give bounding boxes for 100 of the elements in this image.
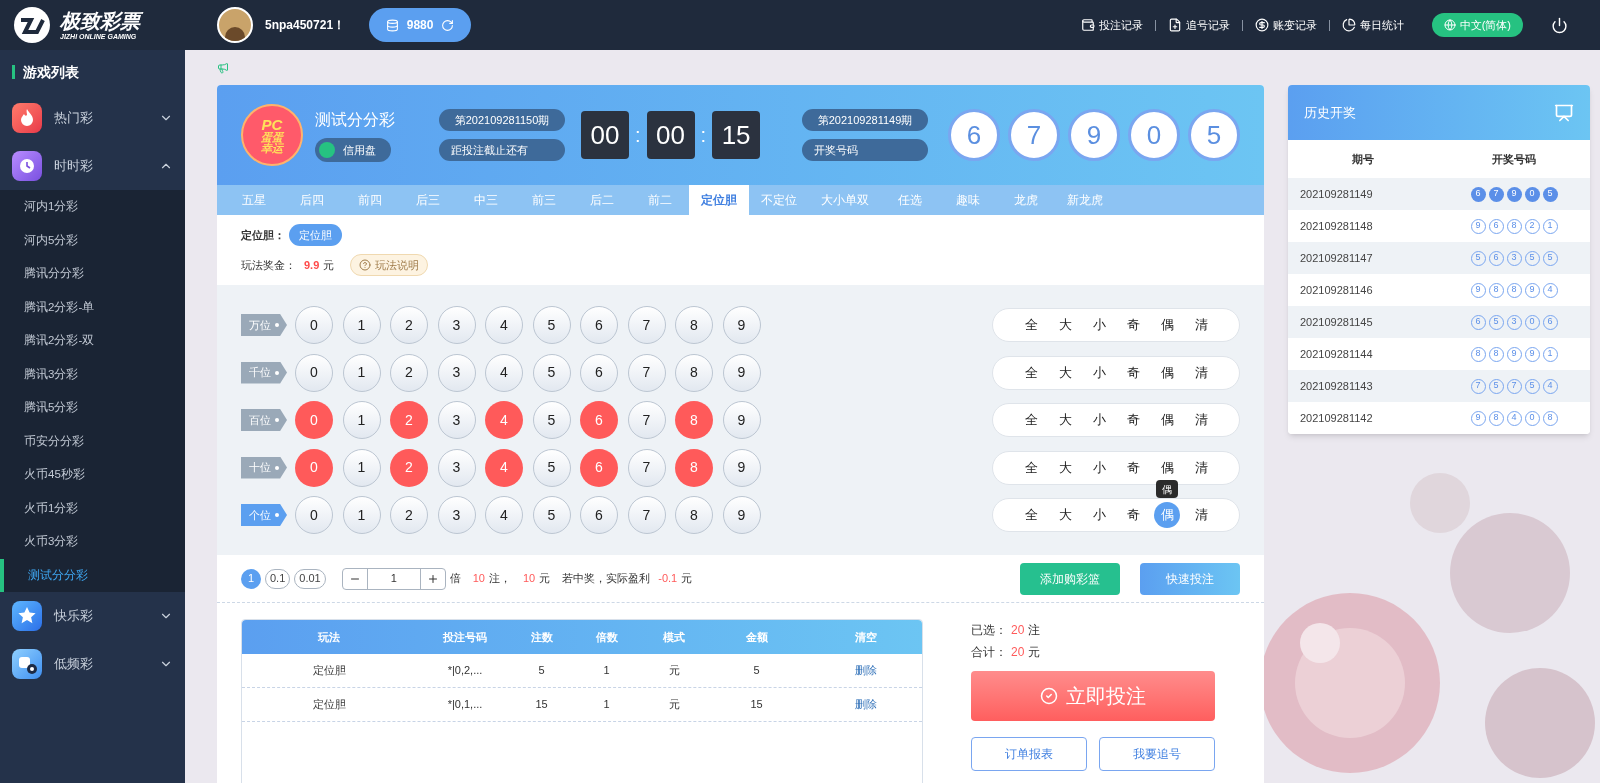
megaphone-icon [217, 61, 229, 74]
issue-cell-text: 202109281143 [1299, 378, 1374, 394]
quick-option[interactable]: 小 [1086, 454, 1112, 481]
quick-option[interactable]: 大 [1052, 407, 1078, 433]
prize-amount: 9.9 [304, 257, 320, 273]
quick-option[interactable]: 偶 [1154, 359, 1180, 386]
issue-cell-text: 202109281148 [1299, 218, 1374, 234]
quick-option[interactable]: 大 [1052, 454, 1078, 481]
quick-option[interactable]: 全 [1018, 359, 1044, 386]
column-header: 清空 [853, 629, 878, 645]
position-tag: 十位 [241, 456, 287, 479]
multiplier-input[interactable]: 1 [366, 568, 421, 589]
profit-value: -0.1 [658, 571, 678, 587]
pie-chart-icon [1341, 18, 1356, 32]
quick-option[interactable]: 小 [1086, 359, 1112, 386]
sidebar-item[interactable]: 火币1分彩 [0, 491, 185, 525]
selected-unit: 注 [1028, 622, 1041, 639]
sidebar-item[interactable]: 河内5分彩 [0, 223, 185, 257]
countdown-digit: 00 [646, 111, 695, 159]
current-issue: 第202109281150期 [439, 109, 565, 131]
table-cell-text: 15 [749, 697, 764, 713]
coins-icon [385, 18, 399, 32]
quick-option[interactable]: 奇 [1120, 454, 1146, 481]
quick-option[interactable]: 偶 [1154, 312, 1180, 338]
quick-option[interactable]: 大 [1052, 359, 1078, 386]
issue-cell-text: 202109281145 [1299, 314, 1374, 330]
table-cell-text: 1 [602, 663, 611, 679]
top-link[interactable]: 每日统计 [1341, 16, 1404, 34]
power-icon[interactable] [1551, 16, 1568, 34]
game-logo: PC 蛋蛋 幸运 [241, 104, 303, 166]
sidebar-item[interactable]: 腾讯5分彩 [0, 391, 185, 425]
prize-unit: 元 [323, 257, 335, 273]
avatar[interactable] [217, 7, 253, 43]
table-cell-text: 元 [667, 663, 681, 679]
sidebar-item[interactable]: 河内1分彩 [0, 190, 185, 224]
quick-option[interactable]: 奇 [1120, 502, 1146, 528]
table-cell-text: 元 [667, 697, 681, 713]
quick-option[interactable]: 全 [1018, 502, 1044, 528]
sidebar-item[interactable]: 火币45秒彩 [0, 458, 185, 492]
wallet-icon [1080, 18, 1095, 32]
multiplier-label: 倍 [449, 571, 461, 587]
top-link[interactable]: 投注记录 [1080, 16, 1143, 34]
sidebar-item[interactable]: 腾讯3分彩 [0, 357, 185, 391]
quick-option[interactable]: 偶 [1154, 454, 1180, 481]
sidebar-item[interactable]: 火币3分彩 [0, 525, 185, 559]
sub-play-label: 定位胆： [241, 227, 285, 243]
clock-icon [12, 151, 42, 181]
sidebar-item[interactable]: 腾讯2分彩-单 [0, 290, 185, 324]
table-cell-text: *|0,1,... [446, 697, 484, 713]
game-name: 测试分分彩 [315, 110, 396, 130]
quick-option[interactable]: 奇 [1120, 312, 1146, 338]
column-header: 倍数 [594, 629, 619, 645]
quick-option[interactable]: 清 [1188, 312, 1214, 338]
issue-cell-text: 202109281149 [1299, 186, 1374, 202]
quick-option[interactable]: 奇 [1120, 359, 1146, 386]
sidebar-group[interactable]: 时时彩 [0, 142, 185, 190]
rules-button[interactable]: 玩法说明 [350, 254, 429, 276]
position-tag: 万位 [241, 314, 287, 336]
position-tag: 百位 [241, 409, 287, 431]
quick-option[interactable]: 全 [1018, 407, 1044, 433]
sidebar-item[interactable]: 腾讯2分彩-双 [0, 324, 185, 358]
quick-option[interactable]: 全 [1018, 454, 1044, 481]
delete-link[interactable]: 删除 [809, 688, 922, 721]
quick-option[interactable]: 清 [1188, 454, 1214, 481]
top-link[interactable]: 追号记录 [1167, 16, 1230, 34]
quick-option[interactable]: 清 [1188, 407, 1214, 433]
quick-option[interactable]: 小 [1086, 407, 1112, 433]
quick-option[interactable]: 清 [1188, 359, 1214, 386]
column-header: 玩法 [317, 629, 341, 645]
table-cell-text: *|0,2,... [446, 663, 484, 679]
column-header: 开奖号码 [1491, 151, 1537, 167]
play-tab[interactable]: 定位胆 [689, 185, 749, 215]
top-link[interactable]: 账变记录 [1254, 16, 1317, 34]
action-button[interactable]: 订单报表 [971, 737, 1087, 771]
quick-option[interactable]: 清 [1188, 502, 1214, 528]
bet-count: 10 [472, 571, 485, 587]
sidebar-item[interactable]: 腾讯分分彩 [0, 257, 185, 291]
quick-option[interactable]: 大 [1052, 502, 1078, 528]
total-label: 合计： [971, 644, 1007, 661]
bet-amount-unit: 元 [539, 571, 551, 587]
table-cell-text: 15 [534, 697, 549, 713]
quick-option[interactable]: 小 [1086, 312, 1112, 338]
countdown-digit: 15 [712, 111, 761, 159]
plus-icon[interactable] [426, 572, 439, 585]
delete-link[interactable]: 删除 [809, 654, 922, 687]
star-icon [12, 601, 42, 631]
selected-count: 20 [1011, 622, 1025, 639]
prize-label: 玩法奖金： [241, 257, 296, 273]
quick-option[interactable]: 奇 [1120, 407, 1146, 433]
quick-option[interactable]: 小 [1086, 502, 1112, 528]
bet-amount: 10 [522, 571, 536, 587]
dollar-icon [1254, 18, 1269, 32]
quick-option[interactable]: 全 [1018, 312, 1044, 338]
sidebar-title: 游戏列表 [23, 62, 79, 82]
tooltip: 偶 [1156, 480, 1178, 498]
sidebar-item[interactable]: 币安分分彩 [0, 424, 185, 458]
quick-option[interactable]: 大 [1052, 312, 1078, 338]
quick-option[interactable]: 偶 [1154, 407, 1180, 433]
refresh-icon[interactable] [441, 18, 455, 32]
action-button[interactable]: 我要追号 [1099, 737, 1215, 771]
